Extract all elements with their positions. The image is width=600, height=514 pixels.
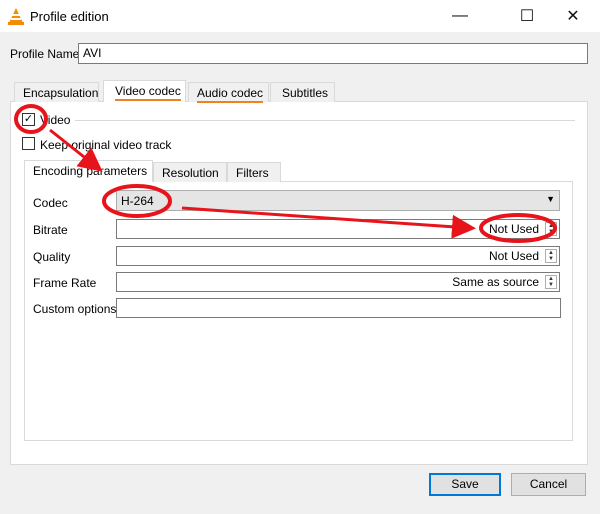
- spin-arrows-icon[interactable]: ▲ ▼: [545, 222, 557, 236]
- tab-audio-codec[interactable]: Audio codec: [188, 82, 269, 103]
- tab-label: Video codec: [115, 84, 181, 101]
- tab-subtitles[interactable]: Subtitles: [270, 82, 335, 102]
- profile-name-input[interactable]: AVI: [78, 43, 588, 64]
- spin-arrows-icon[interactable]: ▲ ▼: [545, 275, 557, 289]
- frame-rate-value: Same as source: [452, 275, 539, 289]
- bitrate-label: Bitrate: [33, 223, 68, 237]
- window-title: Profile edition: [30, 9, 109, 24]
- tab-label: Filters: [236, 166, 269, 180]
- tab-video-codec[interactable]: Video codec: [103, 80, 186, 102]
- quality-spinbox[interactable]: Not Used ▲ ▼: [116, 246, 560, 266]
- codec-label: Codec: [33, 196, 68, 210]
- video-checkbox[interactable]: ✓: [22, 113, 35, 126]
- video-label: Video: [40, 113, 71, 127]
- subtab-resolution[interactable]: Resolution: [153, 162, 227, 182]
- maximize-button[interactable]: ☐: [504, 0, 550, 32]
- bitrate-spinbox[interactable]: Not Used ▲ ▼: [116, 219, 560, 239]
- bitrate-value: Not Used: [488, 222, 539, 236]
- subtab-encoding-parameters[interactable]: Encoding parameters: [24, 160, 153, 182]
- subtab-filters[interactable]: Filters: [227, 162, 281, 182]
- tab-label: Subtitles: [282, 86, 329, 100]
- codec-dropdown[interactable]: H-264 ▼: [116, 190, 560, 211]
- custom-options-label: Custom options: [33, 302, 117, 316]
- frame-rate-label: Frame Rate: [33, 276, 97, 290]
- close-button[interactable]: ✕: [550, 0, 596, 32]
- quality-value: Not Used: [488, 249, 539, 263]
- profile-name-label: Profile Name: [10, 47, 80, 61]
- tab-label: Resolution: [162, 166, 219, 180]
- title-bar: Profile edition — ☐ ✕: [0, 0, 600, 32]
- keep-original-checkbox[interactable]: [22, 137, 35, 150]
- keep-original-label: Keep original video track: [40, 138, 172, 152]
- spin-arrows-icon[interactable]: ▲ ▼: [545, 249, 557, 263]
- quality-label: Quality: [33, 250, 71, 264]
- minimize-button[interactable]: —: [437, 0, 483, 32]
- tab-label: Encoding parameters: [33, 164, 148, 178]
- save-button[interactable]: Save: [429, 473, 501, 496]
- vlc-cone-icon: [8, 8, 24, 25]
- tab-encapsulation[interactable]: Encapsulation: [14, 82, 99, 102]
- custom-options-input[interactable]: [116, 298, 561, 318]
- chevron-down-icon: ▼: [546, 194, 555, 204]
- codec-value: H-264: [121, 194, 154, 208]
- tab-label: Encapsulation: [23, 86, 99, 100]
- group-divider: [75, 120, 575, 121]
- frame-rate-spinbox[interactable]: Same as source ▲ ▼: [116, 272, 560, 292]
- cancel-button[interactable]: Cancel: [511, 473, 586, 496]
- tab-label: Audio codec: [197, 86, 264, 103]
